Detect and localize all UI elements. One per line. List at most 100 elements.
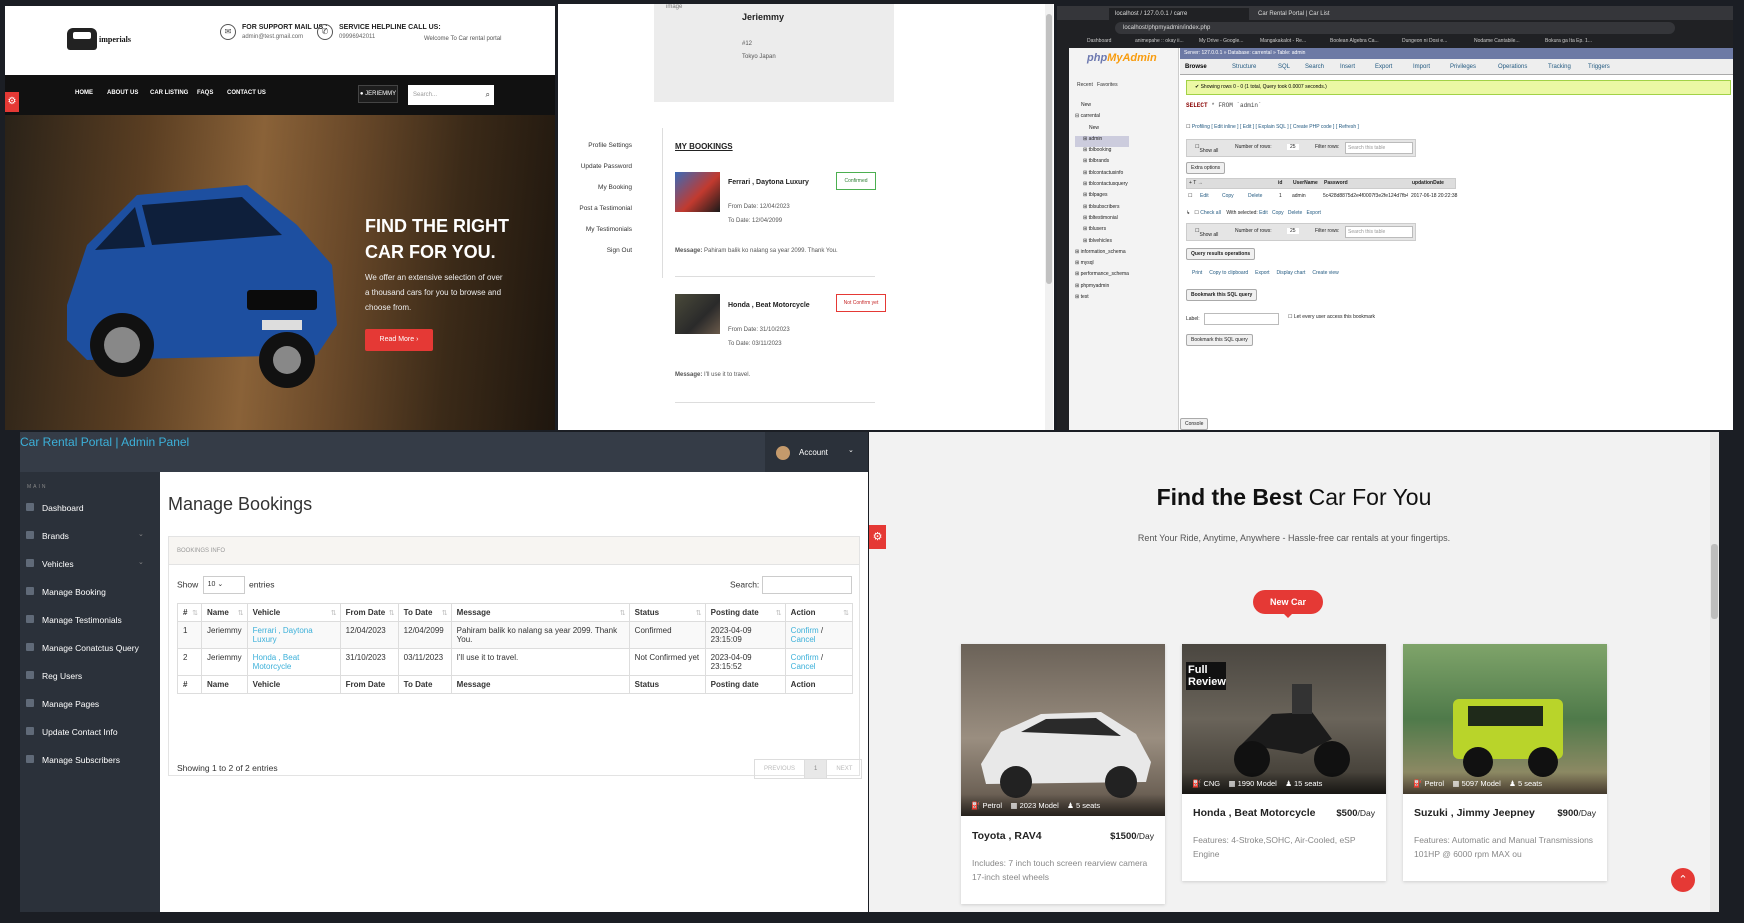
tab-browse[interactable]: Browse (1185, 64, 1207, 70)
tree-item[interactable]: ⊞ test (1075, 294, 1129, 305)
confirm-link[interactable]: Confirm (791, 653, 819, 662)
tree-item[interactable]: ⊞ tblcontactusquery (1075, 181, 1129, 192)
sidebar-item-subscribers[interactable]: Manage Subscribers (20, 748, 160, 772)
new-car-tab[interactable]: New Car (1253, 590, 1323, 618)
search-icon[interactable]: ⌕ (486, 85, 490, 105)
col-header[interactable]: Posting date ⇅ (704, 603, 786, 622)
col-header[interactable]: Vehicle ⇅ (246, 603, 341, 622)
tab-car-rental[interactable]: Car Rental Portal | Car List (1252, 8, 1332, 20)
tree-item[interactable]: ⊞ mysql (1075, 260, 1129, 271)
col-header[interactable]: Action ⇅ (784, 603, 854, 622)
tree-item[interactable]: ⊞ tblsubscribers (1075, 204, 1129, 215)
nav-faqs[interactable]: FAQS (197, 90, 213, 96)
tab-triggers[interactable]: Triggers (1588, 64, 1610, 70)
tab-phpmyadmin[interactable]: localhost / 127.0.0.1 / carre (1109, 8, 1249, 20)
read-more-button[interactable]: Read More › (365, 329, 433, 351)
sidebar-item-reg-users[interactable]: Reg Users (20, 664, 160, 688)
user-menu-button[interactable]: ● JERIEMMY (358, 85, 398, 103)
share-bookmark-checkbox[interactable]: ☐ Let every user access this bookmark (1288, 314, 1375, 320)
next-button[interactable]: NEXT (827, 760, 861, 778)
confirm-link[interactable]: Confirm (791, 626, 819, 635)
bookmark-item[interactable]: Boolean Algebra Ca... (1330, 38, 1379, 44)
cancel-link[interactable]: Cancel (791, 662, 816, 671)
tree-item[interactable]: ⊞ tblvehicles (1075, 238, 1129, 249)
sidebar-item-manage-booking[interactable]: Manage Booking (20, 580, 160, 604)
tree-item[interactable]: ⊞ performance_schema (1075, 271, 1129, 282)
search-input[interactable] (762, 576, 853, 594)
car-name[interactable]: Suzuki , Jimmy Jeepney (1414, 807, 1535, 819)
nav-about[interactable]: ABOUT US (107, 90, 138, 96)
tree-item[interactable]: ⊞ tblcontactusinfo (1075, 170, 1129, 181)
tab-privileges[interactable]: Privileges (1450, 64, 1476, 70)
bookmark-item[interactable]: Dashboard (1087, 38, 1111, 44)
bookmark-query-button[interactable]: Bookmark this SQL query (1186, 334, 1253, 346)
col-header[interactable]: # ⇅ (177, 603, 202, 622)
tab-export[interactable]: Export (1375, 64, 1392, 70)
col-header[interactable]: To Date ⇅ (397, 603, 452, 622)
arrow-up-icon[interactable]: ⌃ (1671, 868, 1695, 892)
menu-post-testimonial[interactable]: Post a Testimonial (579, 205, 632, 226)
url-field[interactable]: localhost/phpmyadmin/index.php (1115, 22, 1675, 34)
tree-item[interactable]: New (1075, 102, 1129, 113)
extra-options-button[interactable]: Extra options (1186, 162, 1226, 174)
vehicle-link[interactable]: Honda , Beat Motorcycle (253, 653, 300, 671)
menu-profile-settings[interactable]: Profile Settings (579, 142, 632, 163)
admin-brand[interactable]: Car Rental Portal | Admin Panel (20, 435, 189, 449)
previous-button[interactable]: PREVIOUS (755, 760, 806, 778)
site-logo[interactable]: imperials (67, 28, 131, 50)
tab-search[interactable]: Search (1305, 64, 1324, 70)
car-card[interactable]: ⛽ Petrol ▦ 2023 Model ♟ 5 seats Toyota ,… (961, 644, 1165, 904)
tab-sql[interactable]: SQL (1278, 64, 1290, 70)
sidebar-item-contact-query[interactable]: Manage Conatctus Query (20, 636, 160, 660)
col-header[interactable]: Name ⇅ (201, 603, 248, 622)
bookmark-item[interactable]: Nodame Cantabile... (1474, 38, 1520, 44)
scrollbar[interactable] (1710, 432, 1719, 912)
col-header[interactable]: Message ⇅ (450, 603, 630, 622)
nav-contact[interactable]: CONTACT US (227, 90, 266, 96)
tree-item[interactable]: ⊞ information_schema (1075, 249, 1129, 260)
car-card[interactable]: ⛽ Petrol ▦ 5097 Model ♟ 5 seats Suzuki ,… (1403, 644, 1607, 881)
tab-import[interactable]: Import (1413, 64, 1430, 70)
sidebar-item-dashboard[interactable]: Dashboard (20, 496, 160, 520)
tab-structure[interactable]: Structure (1232, 64, 1256, 70)
profiling-links[interactable]: ☐ Profiling [ Edit inline ] [ Edit ] [ E… (1186, 124, 1359, 130)
col-header[interactable]: From Date ⇅ (339, 603, 399, 622)
tree-item[interactable]: ⊞ tblusers (1075, 226, 1129, 237)
tree-item[interactable]: ⊞ admin (1075, 135, 1129, 148)
entries-select[interactable]: 10 ⌄ (202, 576, 245, 594)
car-card[interactable]: Full Review ⛽ CNG ▦ 1990 Model ♟ 15 seat… (1182, 644, 1386, 881)
menu-my-testimonials[interactable]: My Testimonials (579, 226, 632, 247)
filter-input[interactable]: Search this table (1345, 142, 1413, 154)
vehicle-link[interactable]: Ferrari , Daytona Luxury (253, 626, 313, 644)
account-menu[interactable]: Account ⌄ (765, 432, 868, 472)
car-name[interactable]: Toyota , RAV4 (972, 830, 1042, 842)
menu-my-booking[interactable]: My Booking (579, 184, 632, 205)
bookmark-item[interactable]: animepahe :: okay ii... (1135, 38, 1184, 44)
tree-item[interactable]: ⊞ tblbooking (1075, 147, 1129, 158)
tree-item[interactable]: ⊞ tblbrands (1075, 158, 1129, 169)
tree-item[interactable]: ⊞ tblpages (1075, 192, 1129, 203)
pma-logo[interactable]: phpMyAdmin (1087, 52, 1157, 64)
tab-operations[interactable]: Operations (1498, 64, 1527, 70)
sidebar-item-contact-info[interactable]: Update Contact Info (20, 720, 160, 744)
sidebar-item-vehicles[interactable]: Vehicles ⌄ (20, 552, 160, 576)
scrollbar[interactable] (1045, 4, 1053, 430)
gear-icon[interactable]: ⚙ (5, 92, 19, 112)
tree-item[interactable]: ⊟ carrental (1075, 113, 1129, 124)
cancel-link[interactable]: Cancel (791, 635, 816, 644)
bookmark-item[interactable]: Dungeon ni Dosi e... (1402, 38, 1447, 44)
nav-home[interactable]: HOME (75, 90, 93, 96)
car-name[interactable]: Honda , Beat Motorcycle (1193, 807, 1316, 819)
bookmark-item[interactable]: Mangakakalot - Re... (1260, 38, 1306, 44)
tab-tracking[interactable]: Tracking (1548, 64, 1571, 70)
tree-item[interactable]: ⊞ phpmyadmin (1075, 283, 1129, 294)
nav-car-listing[interactable]: CAR LISTING (150, 90, 188, 96)
menu-update-password[interactable]: Update Password (579, 163, 632, 184)
bookmark-item[interactable]: My Drive - Google... (1199, 38, 1243, 44)
sidebar-item-testimonials[interactable]: Manage Testimonials (20, 608, 160, 632)
menu-sign-out[interactable]: Sign Out (579, 247, 632, 268)
search-input[interactable]: Search... ⌕ (408, 85, 494, 105)
console-button[interactable]: Console (1180, 418, 1209, 430)
bookmark-label-input[interactable] (1204, 313, 1279, 325)
tree-item[interactable]: New (1075, 125, 1129, 136)
